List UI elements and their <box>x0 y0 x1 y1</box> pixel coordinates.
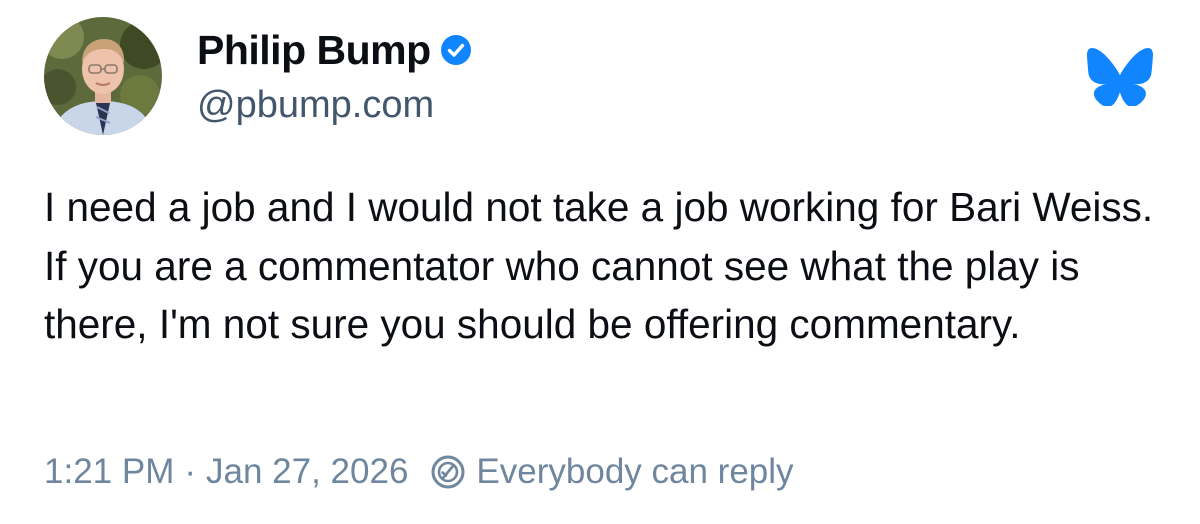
reply-settings-icon <box>430 454 466 490</box>
bluesky-butterfly-icon <box>1087 48 1153 107</box>
post-body-text: I need a job and I would not take a job … <box>44 184 1154 347</box>
avatar[interactable] <box>44 17 162 135</box>
post-meta: 1:21 PM · Jan 27, 2026 Everybody can rep… <box>44 446 794 498</box>
reply-setting-label[interactable]: Everybody can reply <box>476 452 793 492</box>
avatar-photo <box>44 17 162 135</box>
post-date[interactable]: Jan 27, 2026 <box>206 452 408 492</box>
verified-badge-icon <box>440 35 471 65</box>
post-card: Philip Bump @pbump.com I need a job and … <box>0 0 1200 524</box>
meta-separator: · <box>184 452 197 491</box>
post-time[interactable]: 1:21 PM <box>44 452 174 492</box>
author-handle[interactable]: @pbump.com <box>197 84 434 127</box>
author-display-name[interactable]: Philip Bump <box>197 27 431 74</box>
author-name-row: Philip Bump <box>197 24 471 76</box>
